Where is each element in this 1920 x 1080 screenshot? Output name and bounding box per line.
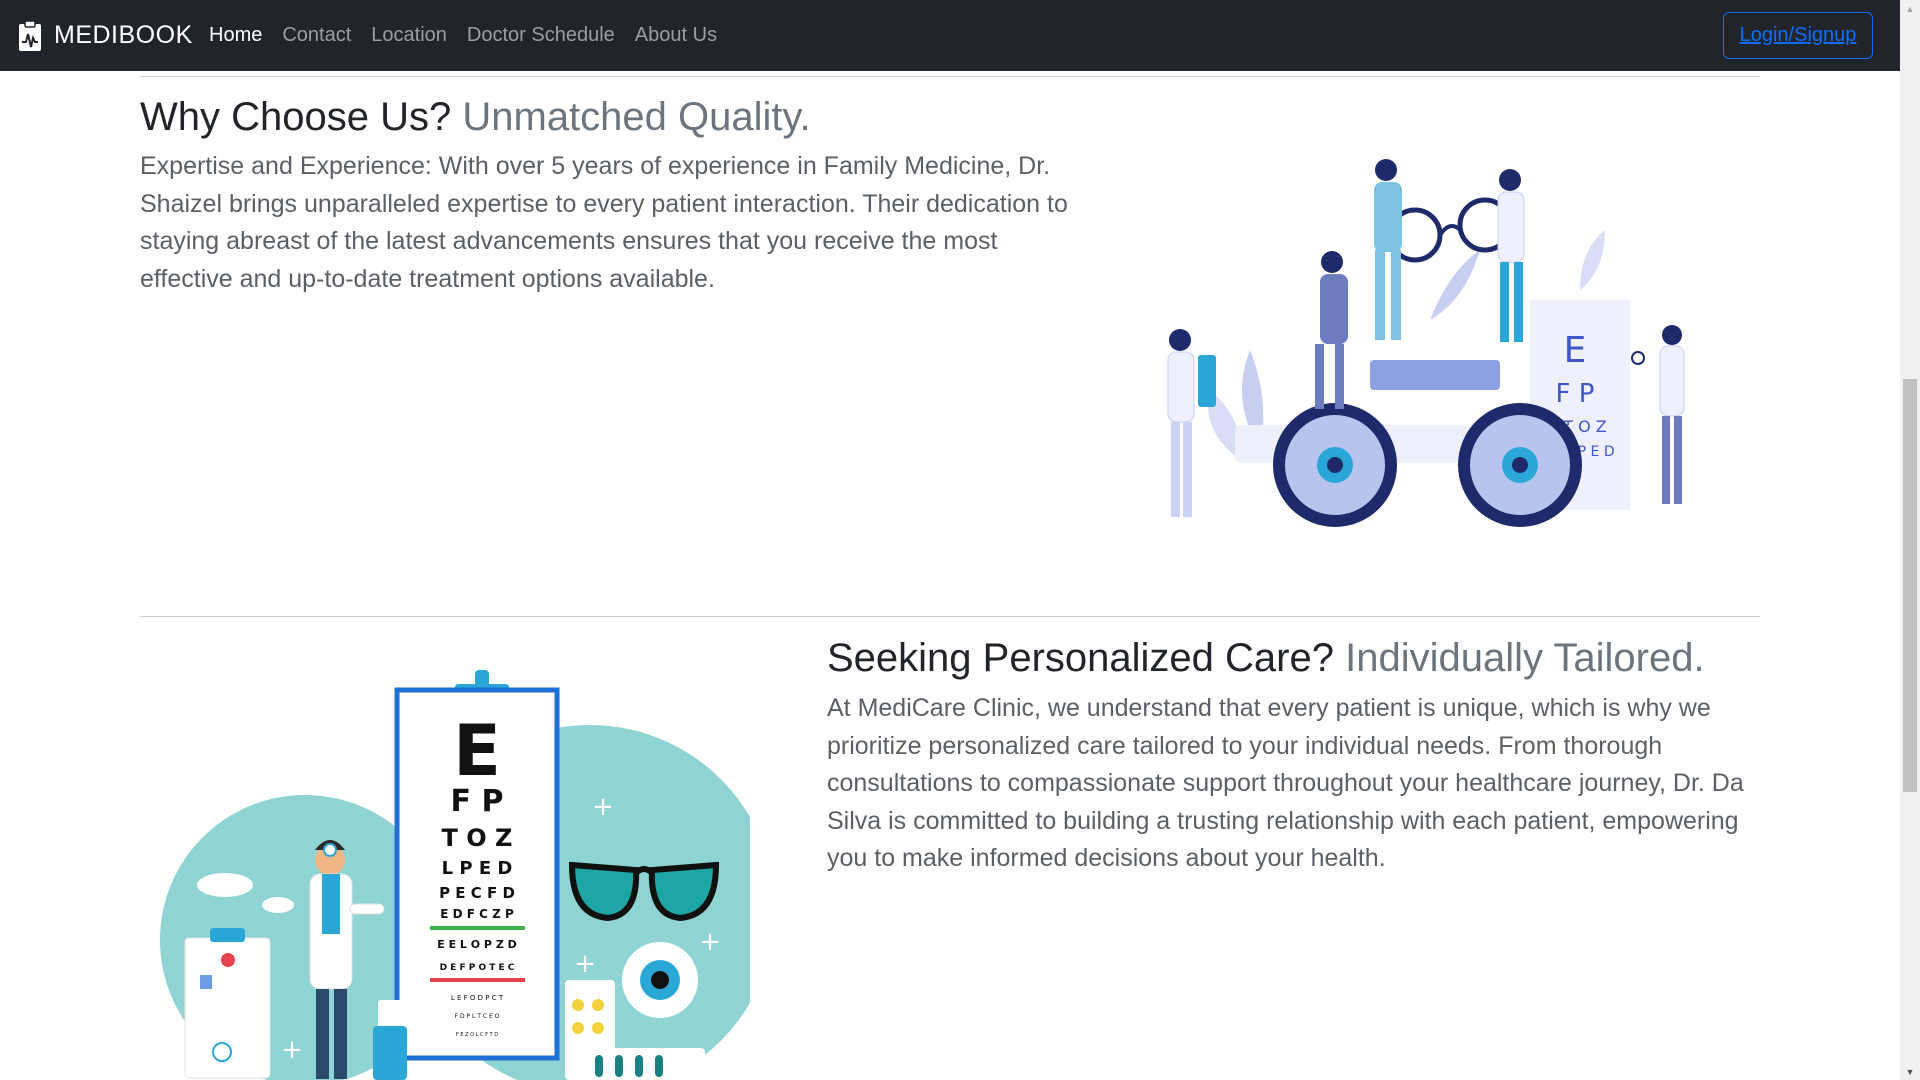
- eye-chart-2-row-6: E D F C Z P: [440, 907, 514, 921]
- eye-chart-1-row-2: F P: [1556, 379, 1595, 409]
- section2-heading-main: Seeking Personalized Care?: [827, 636, 1334, 680]
- plus-icon: +: [281, 1035, 303, 1065]
- eye-chart-2-row-2: F P: [451, 784, 504, 819]
- nav-link-contact[interactable]: Contact: [282, 24, 351, 47]
- brand[interactable]: MEDIBOOK: [18, 0, 193, 71]
- nav-link-doctor-schedule[interactable]: Doctor Schedule: [467, 24, 615, 47]
- clipboard-pulse-icon: [19, 19, 41, 51]
- doctor-figure: [1631, 325, 1685, 504]
- eye-chart-2-row-1: E: [453, 710, 501, 792]
- nav-link-about-us[interactable]: About Us: [635, 24, 717, 47]
- section-divider: [140, 616, 1760, 617]
- doctor-figure: [1167, 329, 1216, 517]
- page-scrollbar[interactable]: ▲ ▼: [1900, 0, 1920, 1080]
- nurse-figure: [1315, 251, 1348, 409]
- plus-icon: +: [592, 792, 614, 822]
- section1-heading-muted: Unmatched Quality.: [462, 95, 811, 139]
- section-divider-top: [140, 76, 1760, 77]
- eye-chart-2-row-7: E E L O P Z D: [437, 938, 517, 951]
- eye-chart-2-row-9: L E F O D P C T: [451, 994, 504, 1002]
- scroll-down-arrow-icon[interactable]: ▼: [1900, 1063, 1920, 1080]
- plus-icon: +: [574, 949, 596, 979]
- eye-chart-2-row-3: T O Z: [442, 824, 513, 852]
- eye-chart-2-row-8: D E F P O T E C: [440, 963, 515, 973]
- section2-body: At MediCare Clinic, we understand that e…: [827, 694, 1744, 872]
- section1-body: Expertise and Experience: With over 5 ye…: [140, 152, 1068, 293]
- scrollbar-thumb[interactable]: [1903, 379, 1917, 792]
- eye-chart-2-row-4: L P E D: [442, 858, 513, 879]
- cloud-shape: [262, 897, 294, 913]
- nav-links: Home Contact Location Doctor Schedule Ab…: [209, 0, 737, 71]
- leaf-shape: [1430, 250, 1480, 320]
- eye-drops-icon: [378, 1000, 402, 1028]
- doctor-figure: [1497, 169, 1525, 342]
- section2-heading-muted: Individually Tailored.: [1345, 636, 1705, 680]
- login-signup-button[interactable]: Login/Signup: [1723, 12, 1873, 59]
- eye-chart-2-row-11: F E Z O L C F T D: [456, 1032, 498, 1038]
- section1-heading-main: Why Choose Us?: [140, 95, 452, 139]
- top-navbar: MEDIBOOK Home Contact Location Doctor Sc…: [0, 0, 1900, 71]
- eye-care-team-illustration: E F P T O Z L P E D: [1167, 159, 1685, 527]
- section1-heading: Why Choose Us? Unmatched Quality.: [140, 93, 811, 141]
- section2-heading: Seeking Personalized Care? Individually …: [827, 634, 1705, 682]
- eye-chart-1-row-1: E: [1564, 330, 1587, 371]
- brand-name: MEDIBOOK: [54, 21, 193, 49]
- doctor-figure: [1374, 159, 1402, 340]
- eye-chart-2-row-10: F D P L T C E O: [455, 1013, 500, 1020]
- nav-link-location[interactable]: Location: [371, 24, 447, 47]
- phoropter-top: [1370, 360, 1500, 390]
- scroll-up-arrow-icon[interactable]: ▲: [1900, 0, 1920, 17]
- eye-chart-2-row-5: P E C F D: [439, 884, 515, 902]
- leaf-shape: [1580, 230, 1605, 290]
- cloud-shape: [197, 873, 253, 897]
- nav-link-home[interactable]: Home: [209, 24, 262, 47]
- plus-icon: +: [699, 927, 721, 957]
- eye-exam-illustration: + + + + E F P T O Z L P E D P E C F D E …: [160, 670, 750, 1080]
